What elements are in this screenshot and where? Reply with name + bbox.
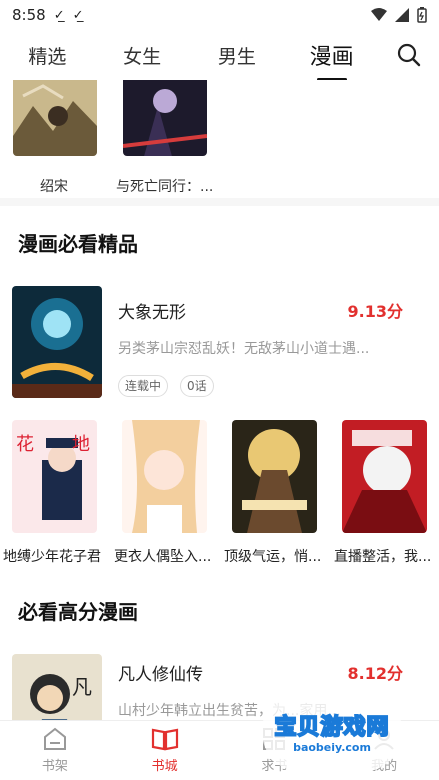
book-cover[interactable] bbox=[122, 420, 207, 533]
book-title[interactable]: 绍宋 bbox=[40, 176, 68, 196]
book-desc: 另类茅山宗怼乱妖！无敌茅山小道士遇... bbox=[118, 341, 370, 357]
svg-text:凡: 凡 bbox=[72, 675, 92, 699]
status-bar: 8:58 ✓̲ ✓̲ bbox=[0, 0, 439, 30]
download-icon: ✓̲ bbox=[72, 7, 84, 23]
watermark-url: baobeiy.com bbox=[293, 740, 371, 754]
watermark-title: 宝贝游戏网 bbox=[273, 714, 390, 741]
search-button[interactable] bbox=[379, 43, 439, 67]
book-cover[interactable] bbox=[12, 286, 102, 398]
nav-bookstore[interactable]: 书城 bbox=[110, 721, 220, 780]
tab-female[interactable]: 女生 bbox=[95, 42, 190, 69]
battery-icon bbox=[417, 7, 427, 23]
book-cover[interactable]: 花地 bbox=[12, 420, 97, 533]
signal-icon bbox=[395, 8, 409, 22]
nav-bookshelf[interactable]: 书架 bbox=[0, 721, 110, 780]
status-badge: 连载中 bbox=[118, 375, 169, 397]
book-cover[interactable] bbox=[123, 80, 207, 156]
search-icon bbox=[397, 43, 421, 67]
tab-manhua[interactable]: 漫画 bbox=[284, 39, 379, 71]
status-time: 8:58 bbox=[12, 6, 46, 24]
top-tabs: 精选 女生 男生 漫画 bbox=[0, 30, 439, 80]
book-cover[interactable] bbox=[13, 80, 97, 156]
content-area[interactable]: 绍宋 与死亡同行：... 漫画必看精品 大象无形 9.13分 另类茅山宗怼乱妖！… bbox=[0, 80, 439, 720]
svg-text:花: 花 bbox=[16, 434, 34, 455]
nav-label: 书架 bbox=[41, 759, 68, 774]
book-score: 9.13分 bbox=[347, 302, 403, 321]
book-cover[interactable] bbox=[342, 420, 427, 533]
svg-text:地: 地 bbox=[72, 434, 90, 455]
section-title: 必看高分漫画 bbox=[18, 600, 138, 624]
download-icon: ✓̲ bbox=[53, 7, 65, 23]
book-title[interactable]: 大象无形 bbox=[118, 298, 186, 323]
book-cover[interactable] bbox=[232, 420, 317, 533]
book-title[interactable]: 凡人修仙传 bbox=[118, 660, 203, 685]
book-title[interactable]: 与死亡同行：... bbox=[116, 176, 213, 196]
chapter-badge: 0话 bbox=[180, 375, 214, 397]
book-cover[interactable]: 凡 bbox=[12, 654, 102, 720]
section-title: 漫画必看精品 bbox=[18, 232, 138, 256]
featured-book[interactable]: 大象无形 9.13分 另类茅山宗怼乱妖！无敌茅山小道士遇... 连载中 0话 bbox=[0, 286, 439, 416]
book-title[interactable]: 更衣人偶坠入... bbox=[114, 546, 218, 566]
book-title[interactable]: 顶级气运，悄... bbox=[224, 546, 328, 566]
tab-male[interactable]: 男生 bbox=[190, 42, 285, 69]
watermark-logo: 宝贝游戏网 baobeiy.com bbox=[262, 690, 402, 772]
nav-label: 书城 bbox=[151, 759, 178, 774]
book-title[interactable]: 地缚少年花子君 bbox=[3, 546, 107, 566]
bookshelf-icon bbox=[43, 727, 66, 750]
book-icon bbox=[151, 728, 178, 751]
book-title[interactable]: 直播整活，我... bbox=[334, 546, 438, 566]
tab-jingxuan[interactable]: 精选 bbox=[0, 42, 95, 69]
book-score: 8.12分 bbox=[347, 664, 403, 683]
wifi-icon bbox=[371, 8, 387, 21]
book-row-top: 绍宋 与死亡同行：... bbox=[0, 80, 439, 198]
section-block: 漫画必看精品 大象无形 9.13分 另类茅山宗怼乱妖！无敌茅山小道士遇... 连… bbox=[0, 206, 439, 586]
